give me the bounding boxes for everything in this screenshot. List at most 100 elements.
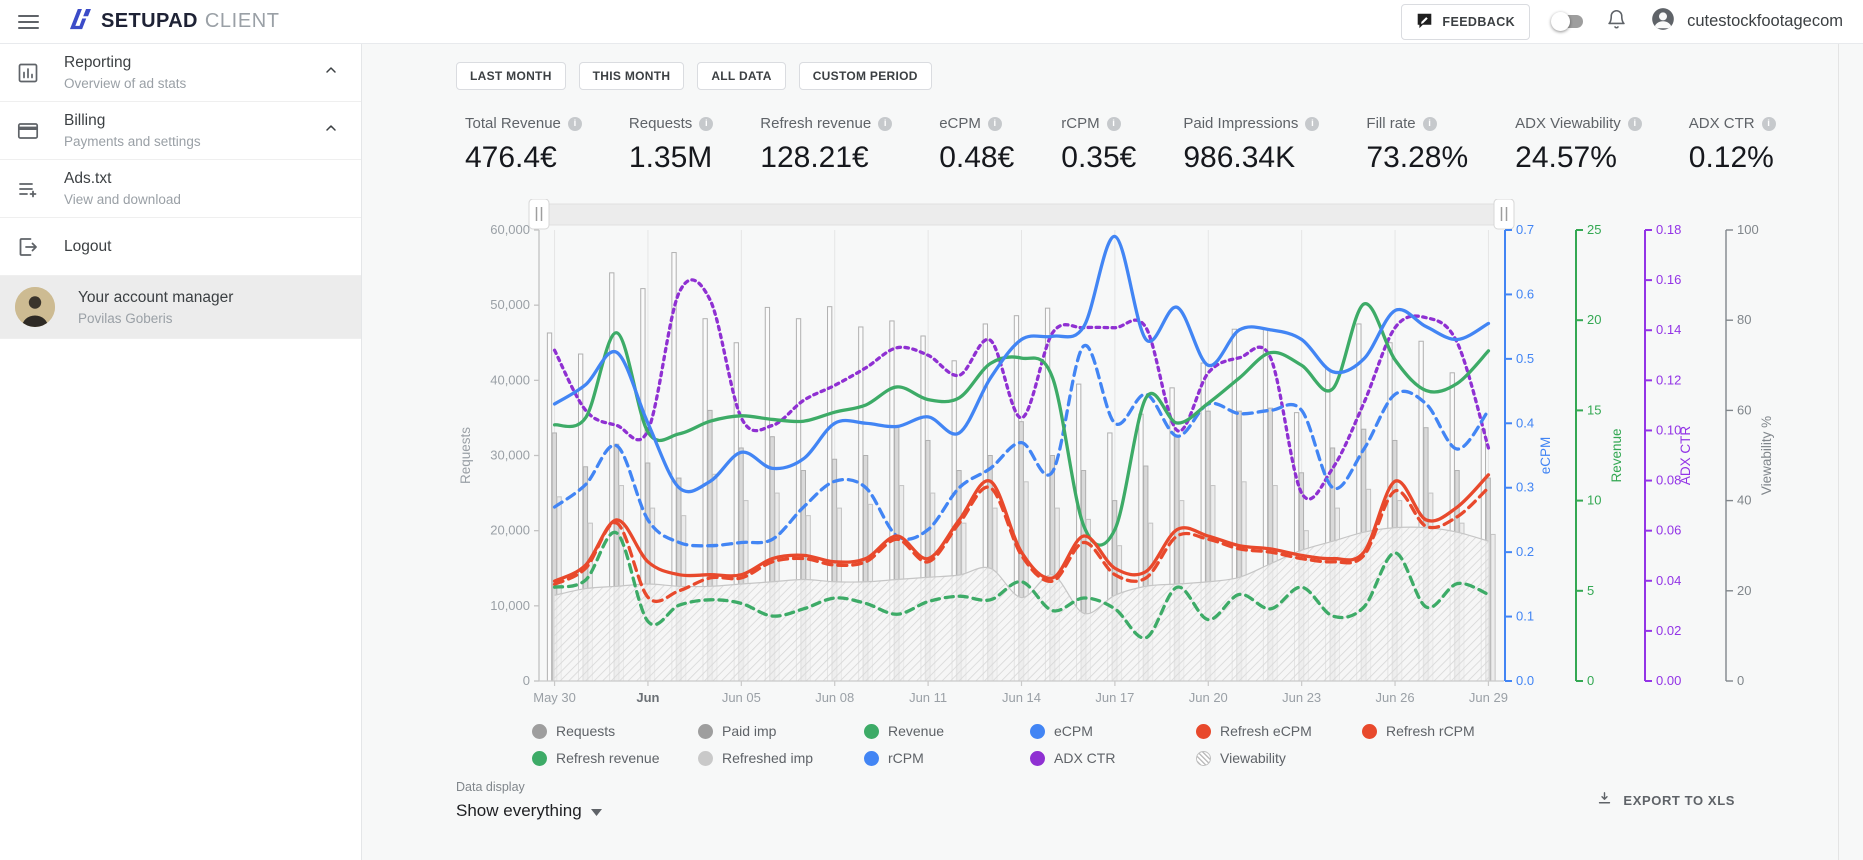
sidebar-item-billing[interactable]: Billing Payments and settings	[0, 102, 361, 160]
sidebar-account-manager[interactable]: Your account manager Povilas Goberis	[0, 276, 361, 339]
legend-swatch	[532, 751, 547, 766]
svg-text:60: 60	[1737, 402, 1751, 417]
legend-swatch	[1030, 751, 1045, 766]
svg-text:0.3: 0.3	[1516, 480, 1534, 495]
legend-swatch	[1196, 724, 1211, 739]
period-this-month[interactable]: THIS MONTH	[579, 62, 685, 90]
brand-name: SETUPAD	[101, 10, 198, 33]
chevron-up-icon[interactable]	[323, 120, 339, 141]
stat-fill-rate: Fill rate 73.28%	[1366, 115, 1468, 175]
data-display-label: Data display	[456, 780, 602, 794]
svg-text:0.04: 0.04	[1656, 573, 1681, 588]
svg-text:0.7: 0.7	[1516, 222, 1534, 237]
notifications-bell-icon[interactable]	[1606, 9, 1627, 35]
range-slider-handle-right	[1494, 199, 1514, 229]
legend-swatch	[532, 724, 547, 739]
svg-text:20: 20	[1587, 312, 1601, 327]
svg-text:20: 20	[1737, 583, 1751, 598]
legend-item[interactable]: Refresh eCPM	[1196, 723, 1362, 739]
stat-requests: Requests 1.35M	[629, 115, 713, 175]
legend-item[interactable]: Refresh rCPM	[1362, 723, 1528, 739]
legend-item[interactable]: eCPM	[1030, 723, 1196, 739]
svg-text:Jun 14: Jun 14	[1002, 690, 1041, 705]
info-icon[interactable]	[1107, 117, 1121, 131]
legend-item[interactable]: Revenue	[864, 723, 1030, 739]
legend-item[interactable]: Requests	[532, 723, 698, 739]
stat-value: 1.35M	[629, 141, 713, 175]
info-icon[interactable]	[988, 117, 1002, 131]
sidebar-item-reporting[interactable]: Reporting Overview of ad stats	[0, 44, 361, 102]
period-all-data[interactable]: ALL DATA	[697, 62, 785, 90]
legend-swatch	[864, 751, 879, 766]
period-custom[interactable]: CUSTOM PERIOD	[799, 62, 932, 90]
legend-item[interactable]: rCPM	[864, 750, 1030, 766]
svg-text:30,000: 30,000	[490, 448, 530, 463]
chart-canvas[interactable]: 010,00020,00030,00040,00050,00060,000Req…	[456, 199, 1856, 706]
menu-icon[interactable]	[18, 15, 39, 29]
svg-text:50,000: 50,000	[490, 297, 530, 312]
svg-text:0.1: 0.1	[1516, 609, 1534, 624]
stat-value: 73.28%	[1366, 141, 1468, 175]
legend-swatch	[864, 724, 879, 739]
svg-text:80: 80	[1737, 312, 1751, 327]
svg-text:100: 100	[1737, 222, 1759, 237]
period-last-month[interactable]: LAST MONTH	[456, 62, 566, 90]
svg-text:Jun 23: Jun 23	[1282, 690, 1321, 705]
info-icon[interactable]	[568, 117, 582, 131]
svg-text:0.00: 0.00	[1656, 673, 1681, 688]
svg-text:Jun 11: Jun 11	[909, 690, 947, 705]
ad-stats-chart[interactable]: 010,00020,00030,00040,00050,00060,000Req…	[456, 199, 1863, 711]
legend-swatch	[1362, 724, 1377, 739]
svg-text:0: 0	[1587, 673, 1594, 688]
info-icon[interactable]	[1423, 117, 1437, 131]
stats-row: Total Revenue 476.4€ Requests 1.35M Refr…	[465, 115, 1863, 175]
legend-item[interactable]: ADX CTR	[1030, 750, 1196, 766]
main-content: LAST MONTH THIS MONTH ALL DATA CUSTOM PE…	[362, 44, 1863, 860]
data-display-dropdown[interactable]: Show everything	[456, 801, 602, 821]
brand-suffix: CLIENT	[205, 10, 280, 33]
stat-value: 0.12%	[1689, 141, 1776, 175]
svg-text:Jun 29: Jun 29	[1469, 690, 1508, 705]
theme-toggle[interactable]	[1553, 15, 1583, 28]
svg-text:0: 0	[1737, 673, 1744, 688]
svg-text:0.4: 0.4	[1516, 415, 1534, 430]
svg-text:10: 10	[1587, 493, 1601, 508]
legend-item[interactable]: Paid imp	[698, 723, 864, 739]
legend-item[interactable]: Refreshed imp	[698, 750, 864, 766]
export-to-xls-button[interactable]: EXPORT TO XLS	[1596, 790, 1735, 810]
info-icon[interactable]	[1628, 117, 1642, 131]
sidebar-item-logout[interactable]: Logout	[0, 218, 361, 276]
content-edge-divider	[1838, 44, 1839, 860]
legend-item[interactable]: Viewability	[1196, 750, 1362, 766]
info-icon[interactable]	[1305, 117, 1319, 131]
chevron-up-icon[interactable]	[323, 62, 339, 83]
app-logo[interactable]: SETUPAD CLIENT	[69, 8, 280, 36]
range-slider-handle-left	[529, 199, 549, 229]
period-selector: LAST MONTH THIS MONTH ALL DATA CUSTOM PE…	[456, 62, 1863, 90]
svg-text:60,000: 60,000	[490, 222, 530, 237]
sidebar-item-adstxt[interactable]: Ads.txt View and download	[0, 160, 361, 218]
svg-text:0.18: 0.18	[1656, 222, 1681, 237]
svg-text:0.12: 0.12	[1656, 372, 1681, 387]
svg-text:Jun 20: Jun 20	[1189, 690, 1228, 705]
feedback-button[interactable]: FEEDBACK	[1401, 4, 1530, 40]
svg-text:Requests: Requests	[458, 427, 473, 484]
user-account[interactable]: cutestockfootagecom	[1650, 6, 1843, 37]
svg-text:40: 40	[1737, 493, 1751, 508]
svg-text:Jun 17: Jun 17	[1095, 690, 1134, 705]
data-display-control: Data display Show everything	[456, 780, 602, 821]
stat-value: 0.35€	[1061, 141, 1136, 175]
user-avatar-icon	[1650, 6, 1676, 37]
info-icon[interactable]	[878, 117, 892, 131]
manager-name: Povilas Goberis	[78, 311, 339, 326]
stat-value: 476.4€	[465, 141, 582, 175]
legend-item[interactable]: Refresh revenue	[532, 750, 698, 766]
stat-value: 986.34K	[1183, 141, 1319, 175]
sidebar-item-label: Logout	[64, 238, 339, 256]
info-icon[interactable]	[699, 117, 713, 131]
legend-swatch	[698, 724, 713, 739]
feedback-icon	[1416, 12, 1433, 32]
svg-text:0.2: 0.2	[1516, 544, 1534, 559]
stat-value: 0.48€	[939, 141, 1014, 175]
info-icon[interactable]	[1762, 117, 1776, 131]
